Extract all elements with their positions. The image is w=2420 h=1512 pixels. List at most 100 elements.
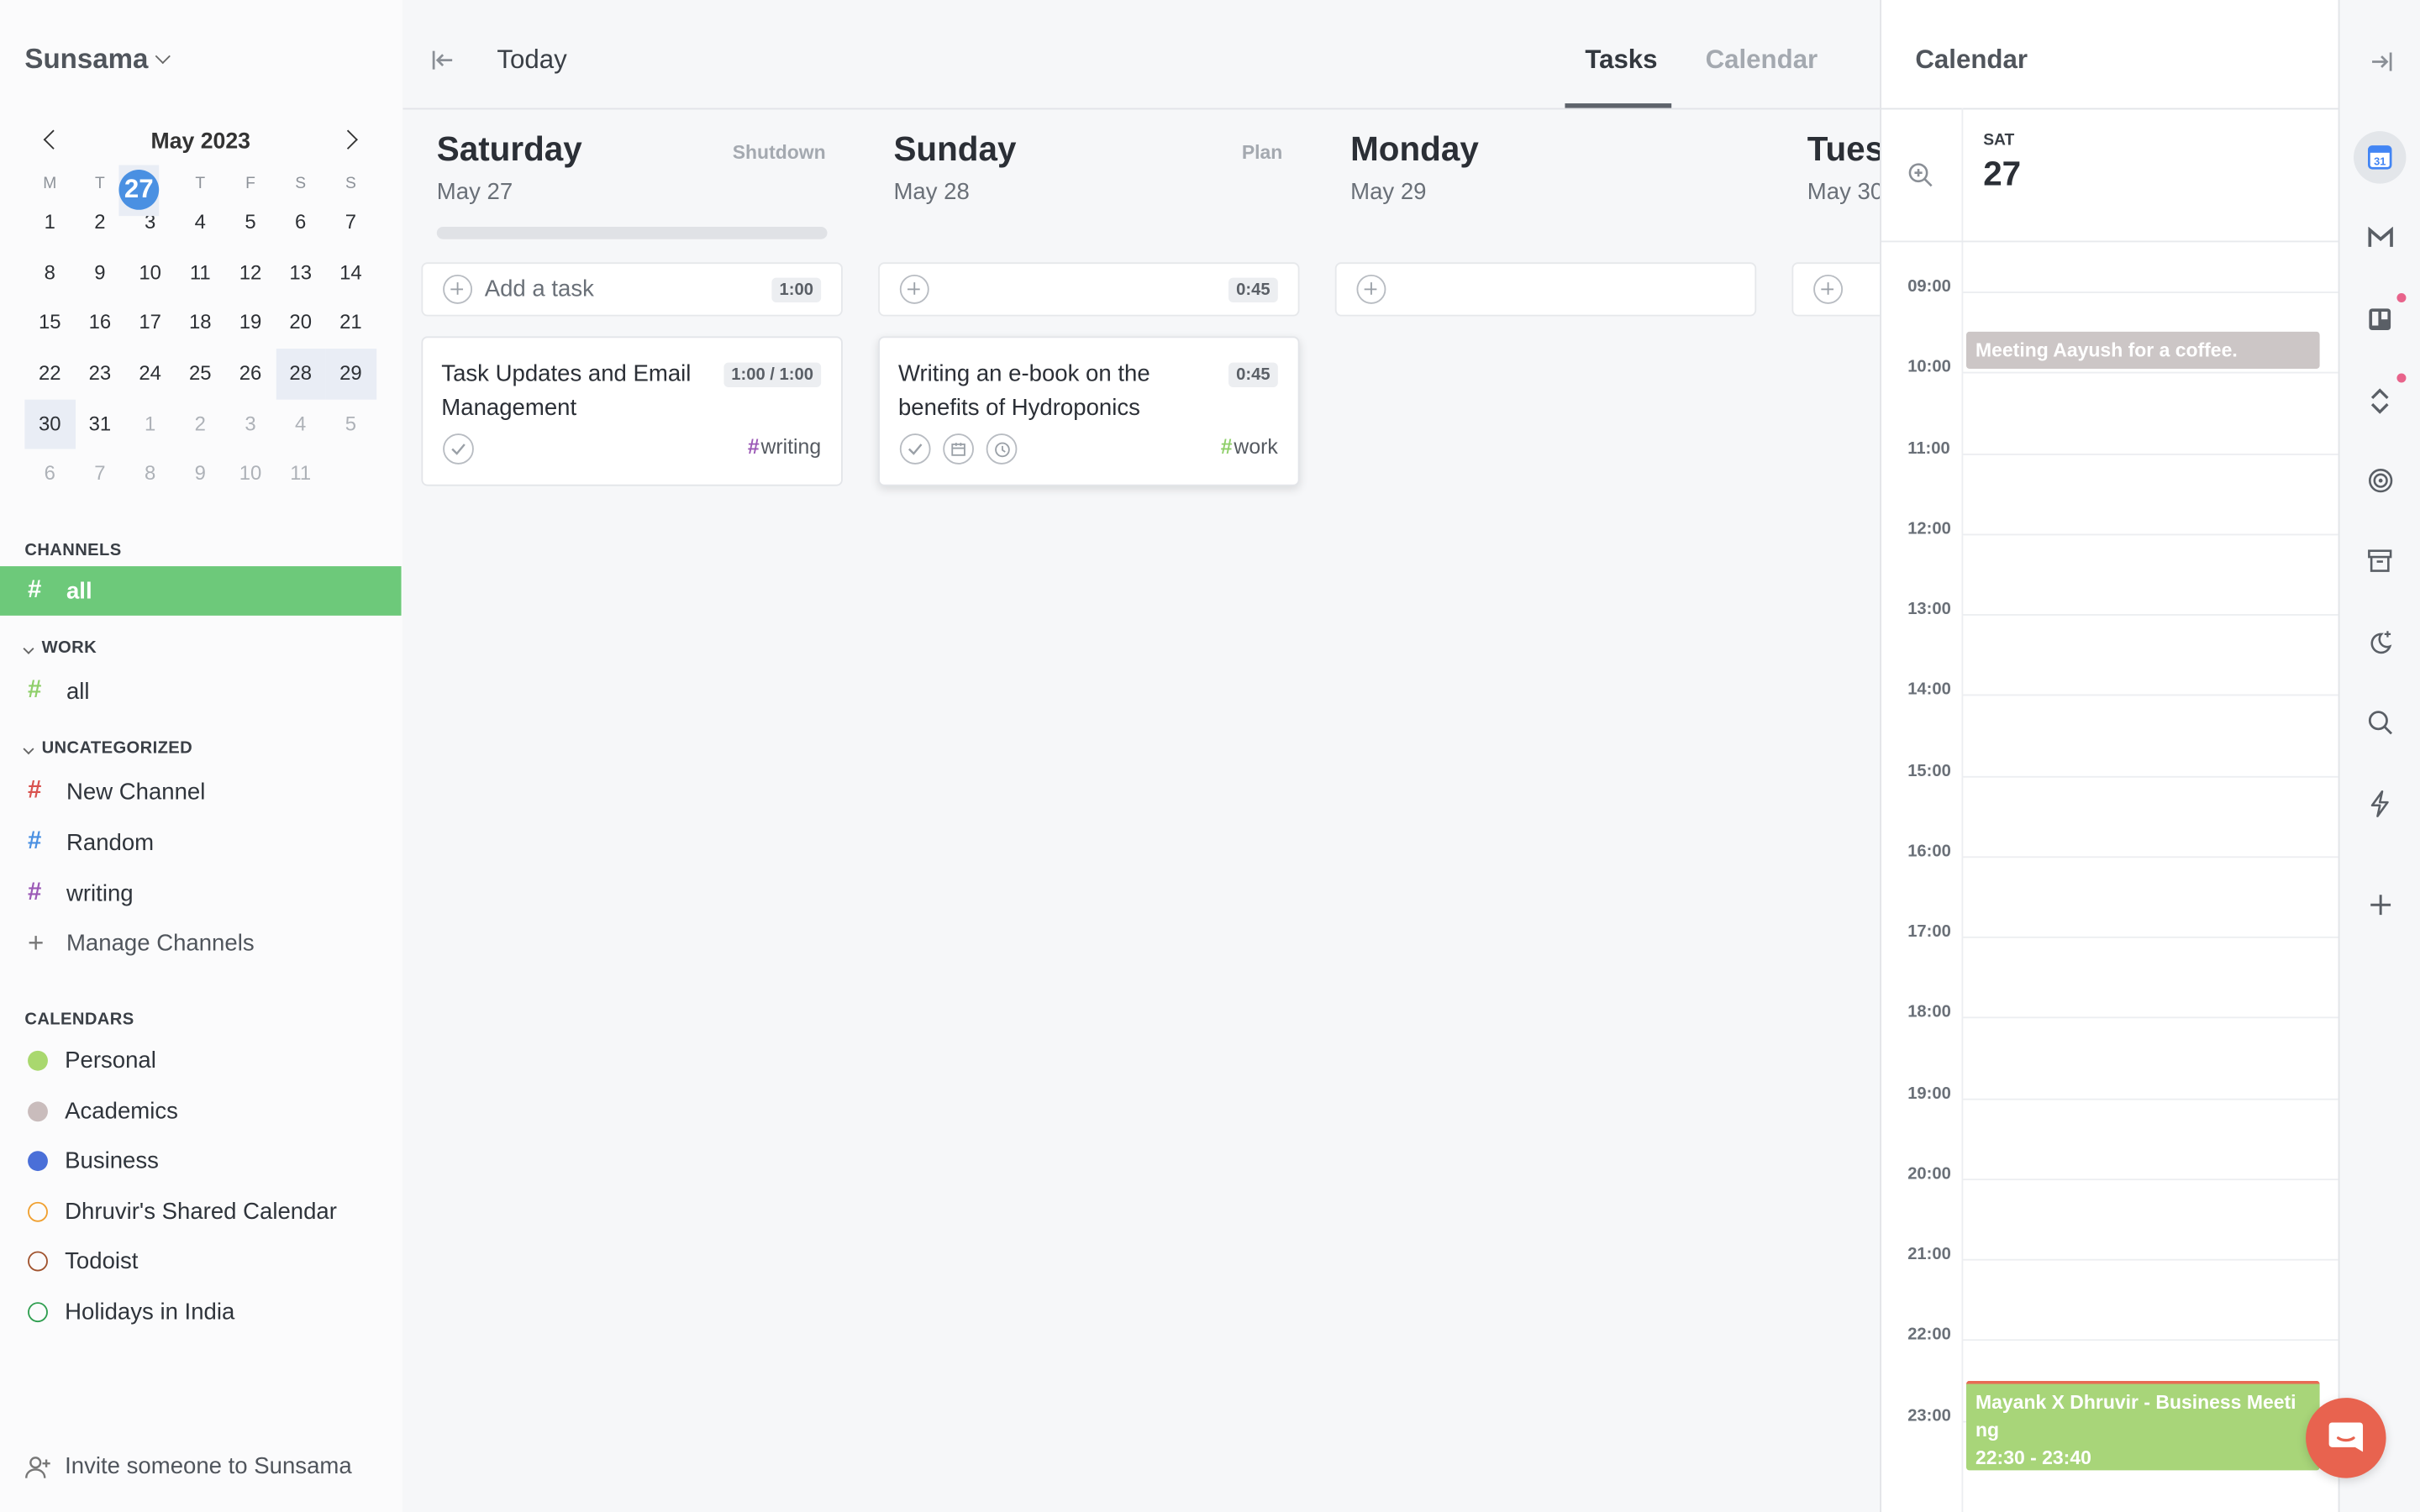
sync-icon[interactable] — [2369, 387, 2391, 415]
add-task-row[interactable] — [1791, 262, 1881, 317]
calendar-day[interactable]: 12 — [225, 248, 276, 298]
calendar-day[interactable]: 19 — [225, 298, 276, 349]
tab-calendar[interactable]: Calendar — [1706, 45, 1818, 76]
complete-checkmark-icon[interactable] — [443, 433, 474, 465]
calendar-holidays-india[interactable]: Holidays in India — [0, 1287, 402, 1336]
calendar-day[interactable]: 21 — [326, 298, 376, 349]
calendar-day[interactable]: 4 — [175, 197, 225, 248]
calendar-day[interactable]: 6 — [276, 197, 326, 248]
gmail-icon[interactable] — [2368, 226, 2394, 249]
calendar-day[interactable]: 14 — [326, 248, 376, 298]
calendar-day[interactable]: 28 — [275, 349, 326, 400]
calendar-day[interactable]: 6 — [24, 449, 75, 500]
task-card[interactable]: Task Updates and Email Management 1:00 /… — [421, 336, 843, 486]
archive-icon[interactable] — [2368, 549, 2392, 573]
calendar-todoist[interactable]: Todoist — [0, 1236, 402, 1285]
calendar-day[interactable]: 2 — [75, 197, 125, 248]
calendar-day[interactable]: 26 — [225, 349, 276, 399]
add-task-row[interactable] — [1334, 262, 1757, 317]
calendar-event[interactable]: Mayank X Dhruvir - Business Meeti ng 22:… — [1965, 1380, 2320, 1471]
calendar-day[interactable]: 23 — [75, 349, 125, 399]
calendar-day[interactable]: 8 — [24, 248, 75, 298]
add-integration-icon[interactable] — [2369, 893, 2392, 916]
calendar-day[interactable]: 20 — [276, 298, 326, 349]
calendar-day[interactable]: 7 — [75, 449, 125, 500]
channel-writing[interactable]: # writing — [0, 869, 402, 918]
calendar-day[interactable]: 29 — [325, 349, 376, 400]
calendar-business[interactable]: Business — [0, 1136, 402, 1185]
calendar-day[interactable]: 18 — [175, 298, 225, 349]
lightning-icon[interactable] — [2369, 790, 2391, 817]
collapse-sidebar-icon[interactable] — [430, 48, 455, 72]
calendar-day-number: 8 — [44, 260, 55, 284]
calendar-day[interactable]: 8 — [125, 449, 176, 500]
add-task-row[interactable]: 0:45 — [878, 262, 1300, 317]
today-button[interactable]: Today — [497, 45, 566, 76]
calendar-day[interactable]: 16 — [75, 298, 125, 349]
add-task-row[interactable]: Add a task 1:00 — [421, 262, 843, 317]
calendar-day[interactable]: 1 — [125, 399, 176, 449]
calendar-day[interactable]: 10 — [125, 248, 176, 298]
channel-random[interactable]: # Random — [0, 817, 402, 867]
calendar-day[interactable]: 2 — [175, 399, 225, 449]
expand-panel-icon[interactable] — [2369, 50, 2393, 74]
calendar-day[interactable]: 15 — [24, 298, 75, 349]
calendar-day[interactable]: 11 — [276, 449, 326, 500]
calendar-day[interactable]: 9 — [175, 449, 225, 500]
prev-month-icon[interactable] — [43, 129, 64, 150]
event-title: Mayank X Dhruvir - Business Meeti ng — [1975, 1391, 2296, 1441]
channel-all[interactable]: # all — [0, 566, 402, 616]
work-heading[interactable]: WORK — [23, 638, 97, 657]
trello-icon[interactable] — [2368, 307, 2392, 332]
uncategorized-heading[interactable]: UNCATEGORIZED — [23, 739, 192, 758]
tab-tasks[interactable]: Tasks — [1585, 45, 1657, 76]
calendar-day[interactable]: 7 — [326, 197, 376, 248]
calendar-personal[interactable]: Personal — [0, 1035, 402, 1084]
calendar-day[interactable]: 4 — [276, 399, 326, 449]
calendar-dhruvirs-shared[interactable]: Dhruvir's Shared Calendar — [0, 1186, 402, 1236]
calendar-day[interactable]: 9 — [75, 248, 125, 298]
calendar-day-number: 16 — [88, 310, 112, 334]
google-calendar-icon[interactable]: 31 — [2354, 131, 2407, 184]
next-month-icon[interactable] — [338, 129, 358, 150]
zoom-in-icon[interactable] — [1907, 162, 1933, 188]
workspace-switcher[interactable]: Sunsama — [24, 43, 171, 76]
manage-channels-button[interactable]: + Manage Channels — [0, 918, 402, 968]
invite-button[interactable]: Invite someone to Sunsama — [24, 1453, 352, 1479]
chat-support-button[interactable] — [2306, 1398, 2386, 1478]
target-icon[interactable] — [2368, 468, 2394, 494]
calendar-day[interactable]: 31 — [75, 399, 125, 449]
calendar-day[interactable]: 27 — [118, 165, 160, 216]
calendar-day[interactable]: 24 — [125, 349, 176, 399]
task-channel-tag[interactable]: # writing — [748, 435, 821, 459]
calendar-day[interactable]: 25 — [175, 349, 225, 399]
calendar-day[interactable]: 17 — [125, 298, 176, 349]
calendar-day[interactable]: 30 — [24, 399, 76, 450]
calendar-day[interactable]: 10 — [225, 449, 276, 500]
hour-label: 11:00 — [1907, 438, 1950, 458]
calendar-day[interactable]: 5 — [225, 197, 276, 248]
calendar-day[interactable]: 1 — [24, 197, 75, 248]
moon-icon[interactable] — [2368, 629, 2394, 655]
channel-new-channel[interactable]: # New Channel — [0, 767, 402, 816]
notification-dot — [2396, 292, 2407, 302]
shutdown-button[interactable]: Shutdown — [733, 142, 826, 164]
calendar-academics[interactable]: Academics — [0, 1086, 402, 1136]
calendar-icon[interactable] — [943, 433, 974, 465]
complete-checkmark-icon[interactable] — [899, 433, 931, 465]
calendar-day[interactable]: 22 — [24, 349, 75, 399]
calendar-day[interactable]: 11 — [175, 248, 225, 298]
chevron-down-icon — [155, 48, 171, 65]
calendar-event[interactable]: Meeting Aayush for a coffee. — [1965, 331, 2320, 369]
plan-button[interactable]: Plan — [1242, 142, 1283, 164]
task-channel-tag[interactable]: # work — [1221, 435, 1278, 459]
task-card[interactable]: Writing an e-book on the benefits of Hyd… — [878, 336, 1300, 486]
calendar-day[interactable]: 5 — [326, 399, 376, 449]
search-icon[interactable] — [2368, 710, 2394, 736]
calendar-day[interactable]: 3 — [225, 399, 276, 449]
calendar-day[interactable]: 13 — [276, 248, 326, 298]
day-header-tuesday: Tues May 30 — [1807, 129, 1880, 205]
clock-icon[interactable] — [986, 433, 1018, 465]
weekday-label: T — [195, 174, 206, 193]
channel-work-all[interactable]: # all — [0, 666, 402, 716]
